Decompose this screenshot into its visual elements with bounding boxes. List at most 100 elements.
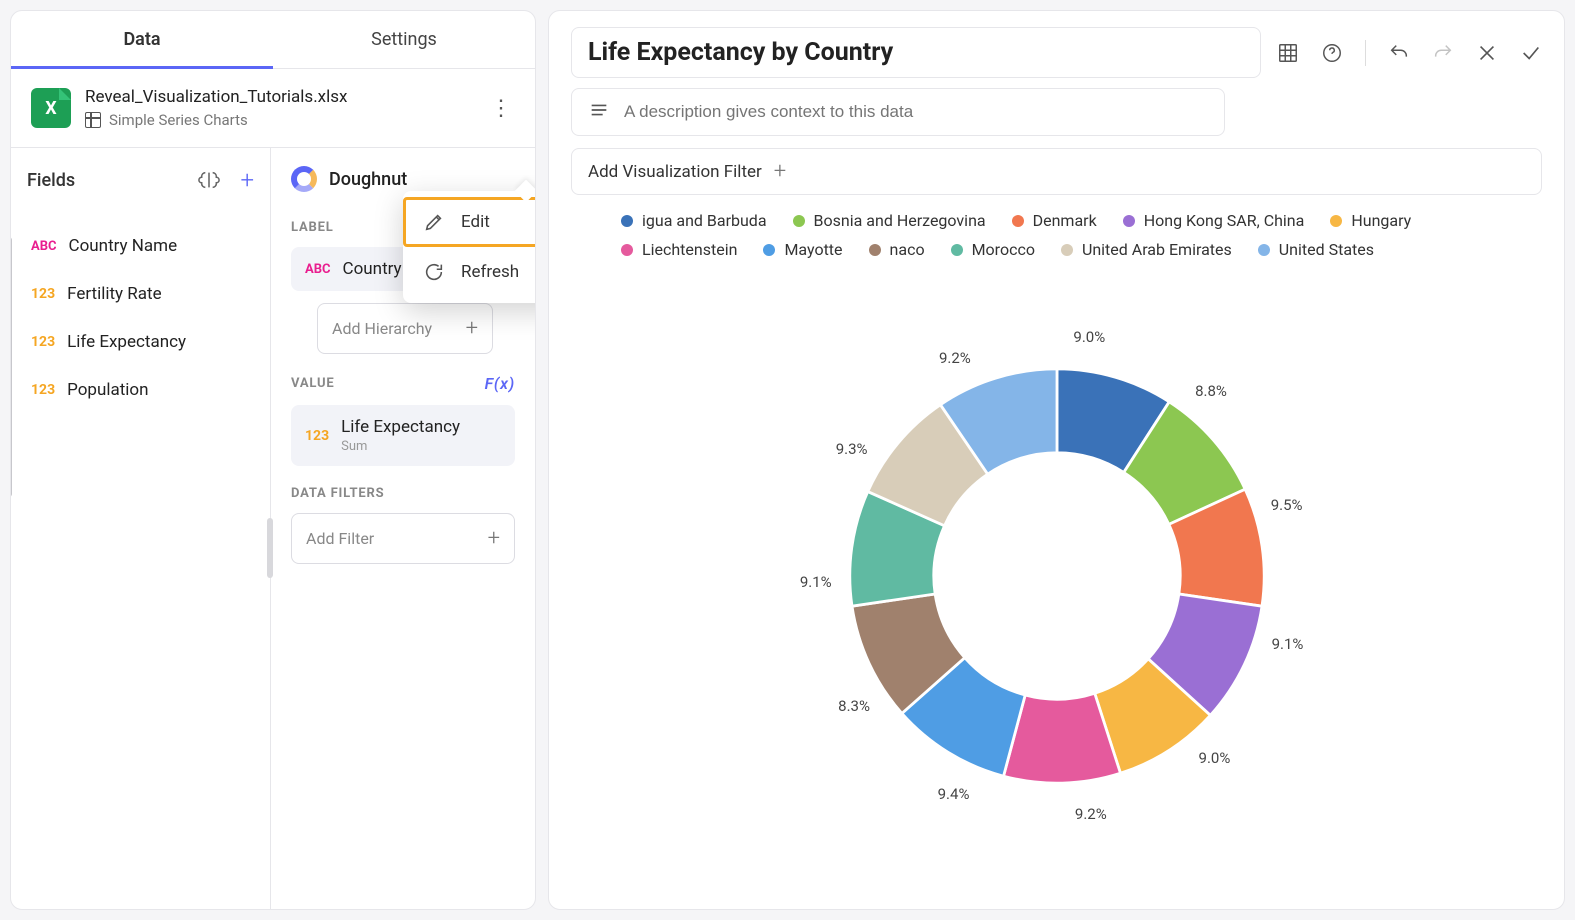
value-chip-name: Life Expectancy xyxy=(341,417,460,437)
fields-column: Fields + ABCCountry Name123Fertility Rat… xyxy=(11,148,271,909)
legend-dot xyxy=(621,244,633,256)
confirm-icon[interactable] xyxy=(1520,42,1542,64)
legend-item[interactable]: United Arab Emirates xyxy=(1061,240,1232,259)
slice-label: 9.0% xyxy=(1073,328,1105,346)
field-row[interactable]: 123 Life Expectancy xyxy=(27,318,254,366)
field-name: Fertility Rate xyxy=(67,284,162,304)
add-viz-filter-label: Add Visualization Filter xyxy=(588,162,762,182)
chart-area: 9.1%9.0%9.2%9.4%8.3%9.1%9.3%9.2%9.0%8.8%… xyxy=(571,259,1542,893)
legend-item[interactable]: Liechtenstein xyxy=(621,240,737,259)
legend-item[interactable]: Hungary xyxy=(1330,211,1411,230)
add-filter-button[interactable]: Add Filter + xyxy=(291,513,515,564)
legend-item[interactable]: igua and Barbuda xyxy=(621,211,767,230)
legend-dot xyxy=(1061,244,1073,256)
value-section-label: VALUE xyxy=(291,376,334,391)
legend-dot xyxy=(1123,215,1135,227)
legend-item[interactable]: Morocco xyxy=(951,240,1035,259)
legend-label: Liechtenstein xyxy=(642,240,737,259)
legend-dot xyxy=(951,244,963,256)
doughnut-chart: 9.1%9.0%9.2%9.4%8.3%9.1%9.3%9.2%9.0%8.8%… xyxy=(777,296,1337,856)
plus-icon: + xyxy=(774,159,786,184)
excel-icon: X xyxy=(31,88,71,128)
datafilters-section-header: DATA FILTERS xyxy=(291,486,515,501)
field-type-badge: 123 xyxy=(31,334,55,350)
legend-dot xyxy=(1012,215,1024,227)
legend-label: United States xyxy=(1279,240,1374,259)
value-chip-agg: Sum xyxy=(341,439,460,454)
refresh-icon xyxy=(423,261,445,283)
slice-label: 9.1% xyxy=(800,573,832,591)
legend-item[interactable]: United States xyxy=(1258,240,1374,259)
brain-icon[interactable] xyxy=(198,169,220,191)
add-hierarchy-button[interactable]: Add Hierarchy + xyxy=(317,303,493,354)
sheet-icon xyxy=(85,112,101,128)
doughnut-icon xyxy=(291,166,317,192)
visualization-panel: Life Expectancy by Country xyxy=(548,10,1565,910)
plus-icon: + xyxy=(488,526,500,551)
chart-type-name: Doughnut xyxy=(329,169,407,190)
slice-label: 9.2% xyxy=(939,349,971,367)
field-name: Life Expectancy xyxy=(67,332,186,352)
fx-button[interactable]: F(x) xyxy=(485,374,515,393)
add-filter-label: Add Filter xyxy=(306,529,374,548)
datasource-context-menu: Edit Refresh xyxy=(403,191,536,303)
slice-label: 8.8% xyxy=(1195,382,1227,400)
slice-label: 9.5% xyxy=(1271,496,1303,514)
slice-label: 9.3% xyxy=(836,440,868,458)
left-panel: Data Settings X Reveal_Visualization_Tut… xyxy=(10,10,536,910)
legend-item[interactable]: Bosnia and Herzegovina xyxy=(793,211,986,230)
datasource-filename: Reveal_Visualization_Tutorials.xlsx xyxy=(85,87,473,107)
legend-label: Morocco xyxy=(972,240,1035,259)
legend-dot xyxy=(621,215,633,227)
legend-item[interactable]: Denmark xyxy=(1012,211,1097,230)
viz-title-input[interactable]: Life Expectancy by Country xyxy=(571,27,1261,78)
legend-label: Bosnia and Herzegovina xyxy=(814,211,986,230)
field-type-badge: 123 xyxy=(305,428,329,444)
redo-icon[interactable] xyxy=(1432,42,1454,64)
datasource-sheetname: Simple Series Charts xyxy=(109,111,248,129)
field-row[interactable]: ABCCountry Name xyxy=(27,222,254,270)
field-row[interactable]: 123 Fertility Rate xyxy=(27,270,254,318)
scrollbar-thumb[interactable] xyxy=(267,518,273,578)
field-name: Country Name xyxy=(69,236,178,256)
legend-dot xyxy=(1258,244,1270,256)
datasource-row: X Reveal_Visualization_Tutorials.xlsx Si… xyxy=(11,69,535,147)
plus-icon: + xyxy=(466,316,478,341)
grid-view-icon[interactable] xyxy=(1277,42,1299,64)
tab-settings[interactable]: Settings xyxy=(273,11,535,68)
value-chip[interactable]: 123 Life Expectancy Sum xyxy=(291,405,515,466)
field-type-badge: ABC xyxy=(305,262,331,277)
description-input[interactable] xyxy=(624,102,1208,122)
context-menu-refresh[interactable]: Refresh xyxy=(403,247,536,297)
field-type-badge: 123 xyxy=(31,382,55,398)
legend-label: naco xyxy=(890,240,925,259)
add-hierarchy-label: Add Hierarchy xyxy=(332,319,432,338)
undo-icon[interactable] xyxy=(1388,42,1410,64)
close-icon[interactable] xyxy=(1476,42,1498,64)
legend-dot xyxy=(793,215,805,227)
legend-dot xyxy=(869,244,881,256)
add-viz-filter-button[interactable]: Add Visualization Filter + xyxy=(571,148,1542,195)
editor-tabs: Data Settings xyxy=(11,11,535,69)
hamburger-icon xyxy=(588,99,610,125)
legend-item[interactable]: naco xyxy=(869,240,925,259)
description-row[interactable] xyxy=(571,88,1225,136)
tab-data[interactable]: Data xyxy=(11,11,273,68)
legend-label: Mayotte xyxy=(784,240,842,259)
slice-label: 9.2% xyxy=(1075,805,1107,823)
chart-type-selector[interactable]: Doughnut xyxy=(291,166,515,192)
chart-legend: igua and Barbuda Bosnia and Herzegovina De… xyxy=(571,211,1542,259)
slice-label: 9.1% xyxy=(1272,635,1304,653)
slice-label: 8.3% xyxy=(838,697,870,715)
datasource-menu-button[interactable]: ⋮ xyxy=(487,94,515,122)
legend-dot xyxy=(1330,215,1342,227)
field-row[interactable]: 123Population xyxy=(27,366,254,414)
legend-item[interactable]: Mayotte xyxy=(763,240,842,259)
context-menu-edit[interactable]: Edit xyxy=(403,197,536,247)
slice-label: 9.4% xyxy=(938,785,970,803)
legend-item[interactable]: Hong Kong SAR, China xyxy=(1123,211,1305,230)
help-icon[interactable] xyxy=(1321,42,1343,64)
pencil-icon xyxy=(423,211,445,233)
field-type-badge: 123 xyxy=(31,286,55,302)
add-field-button[interactable]: + xyxy=(240,166,254,194)
